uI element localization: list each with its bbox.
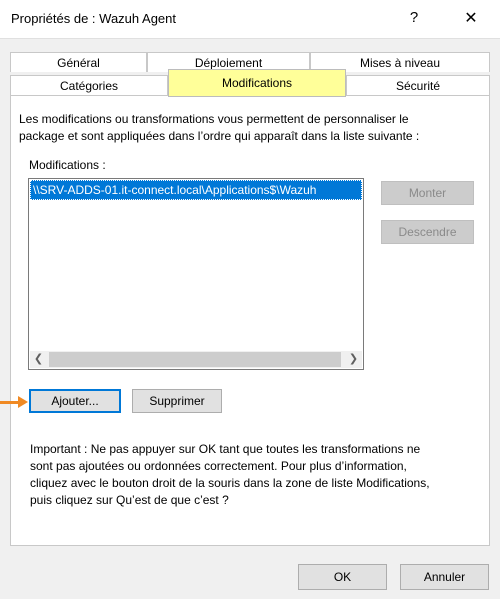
modifications-list[interactable]: \\SRV-ADDS-01.it-connect.local\Applicati… [28, 178, 364, 370]
tab-securite[interactable]: Sécurité [346, 75, 490, 95]
tab-modifications[interactable]: Modifications [168, 69, 346, 97]
tab-categories[interactable]: Catégories [10, 75, 168, 95]
help-icon[interactable]: ? [402, 9, 426, 26]
move-up-button[interactable]: Monter [381, 181, 474, 205]
chevron-left-icon[interactable]: ❮ [30, 351, 47, 368]
scrollbar-thumb[interactable] [49, 352, 341, 367]
horizontal-scrollbar[interactable]: ❮ ❯ [30, 351, 362, 368]
title-bar: Propriétés de : Wazuh Agent ? ✕ [0, 0, 500, 39]
add-button[interactable]: Ajouter... [29, 389, 121, 413]
tab-general[interactable]: Général [10, 52, 147, 72]
list-item[interactable]: \\SRV-ADDS-01.it-connect.local\Applicati… [30, 180, 362, 200]
important-line-4: puis cliquez sur Qu’est de que c’est ? [30, 493, 229, 507]
move-down-button[interactable]: Descendre [381, 220, 474, 244]
window-title: Propriétés de : Wazuh Agent [11, 11, 177, 26]
arrow-right-icon [18, 396, 28, 408]
close-icon[interactable]: ✕ [458, 8, 484, 28]
chevron-right-icon[interactable]: ❯ [345, 351, 362, 368]
important-line-2: sont pas ajoutées ou ordonnées correctem… [30, 459, 407, 473]
remove-button[interactable]: Supprimer [132, 389, 222, 413]
list-label: Modifications : [29, 158, 106, 172]
annotation-arrow [0, 401, 20, 404]
description-line-2: package et sont appliquées dans l’ordre … [19, 129, 420, 143]
important-line-3: cliquez avec le bouton droit de la souri… [30, 476, 430, 490]
ok-button[interactable]: OK [298, 564, 387, 590]
important-line-1: Important : Ne pas appuyer sur OK tant q… [30, 442, 421, 456]
description-line-1: Les modifications ou transformations vou… [19, 112, 409, 126]
cancel-button[interactable]: Annuler [400, 564, 489, 590]
